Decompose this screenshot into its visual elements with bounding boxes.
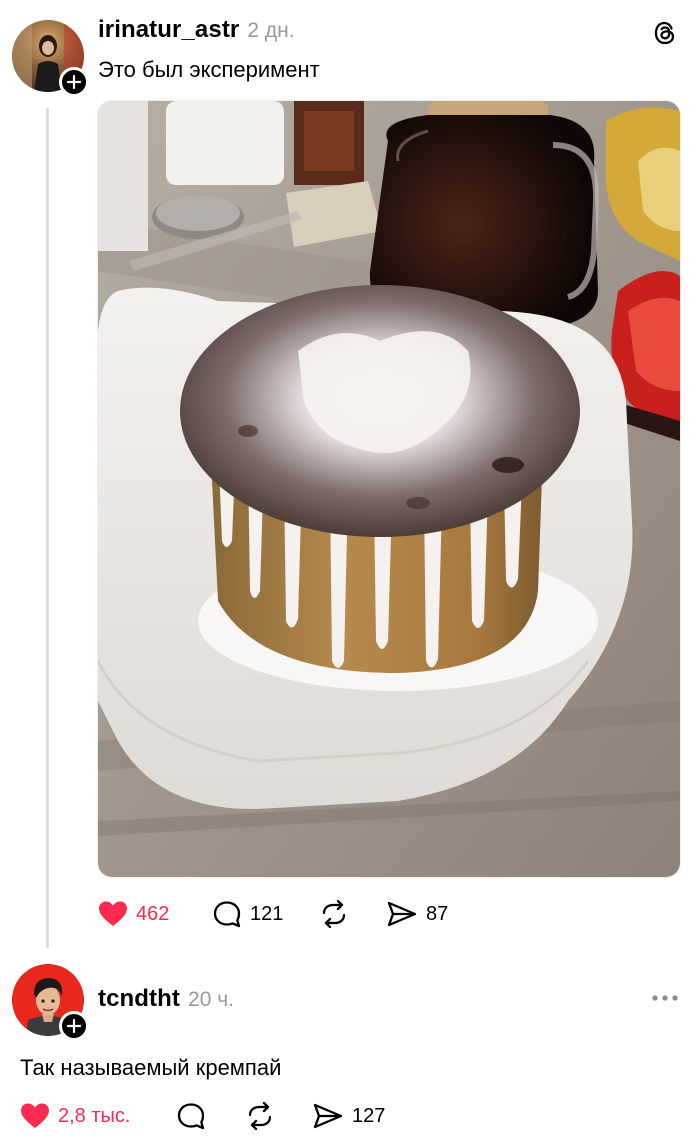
author-username[interactable]: irinatur_astr [98,16,239,44]
ellipsis-icon [652,995,678,1001]
post: irinatur_astr 2 дн. Это был эксперимент [0,0,700,950]
reply-count: 121 [250,902,284,925]
threads-logo-icon[interactable] [652,20,678,46]
follow-button[interactable] [59,67,89,97]
reply: tcndtht 20 ч. Так называемый кремпай 2,8… [0,950,700,1147]
reply-header: tcndtht 20 ч. [98,985,234,1015]
heart-icon [21,1103,49,1128]
reply-reply-button[interactable] [176,1102,214,1130]
repost-arrows-icon [248,1102,272,1130]
speech-bubble-icon [213,901,241,928]
reply-like-count: 2,8 тыс. [58,1104,131,1127]
speech-bubble-icon [177,1103,205,1130]
repost-button[interactable] [318,900,358,928]
post-image[interactable] [98,101,680,877]
thread-connector-line [46,108,49,948]
reply-text: Так называемый кремпай [20,1055,282,1080]
reply-button[interactable]: 121 [212,900,283,928]
repost-arrows-icon [322,900,346,928]
plus-icon [67,1019,81,1033]
paper-plane-icon [387,901,417,927]
reply-share-count: 127 [352,1104,386,1127]
share-count: 87 [426,902,449,925]
plus-icon [67,75,81,89]
reply-timestamp: 20 ч. [188,988,234,1011]
reply-author-username[interactable]: tcndtht [98,985,180,1013]
post-timestamp: 2 дн. [247,19,295,42]
post-header: irinatur_astr 2 дн. [98,16,295,46]
post-text: Это был эксперимент [98,57,320,82]
reply-share-button[interactable]: 127 [312,1102,385,1130]
share-button[interactable]: 87 [386,900,448,928]
paper-plane-icon [313,1103,343,1129]
more-options-button[interactable] [650,990,680,1006]
cake-photo [98,101,680,877]
like-button[interactable]: 462 [98,900,169,928]
reply-follow-button[interactable] [59,1011,89,1041]
reply-repost-button[interactable] [244,1102,284,1130]
heart-icon [99,901,127,926]
like-count: 462 [136,902,170,925]
reply-like-button[interactable]: 2,8 тыс. [20,1102,130,1130]
